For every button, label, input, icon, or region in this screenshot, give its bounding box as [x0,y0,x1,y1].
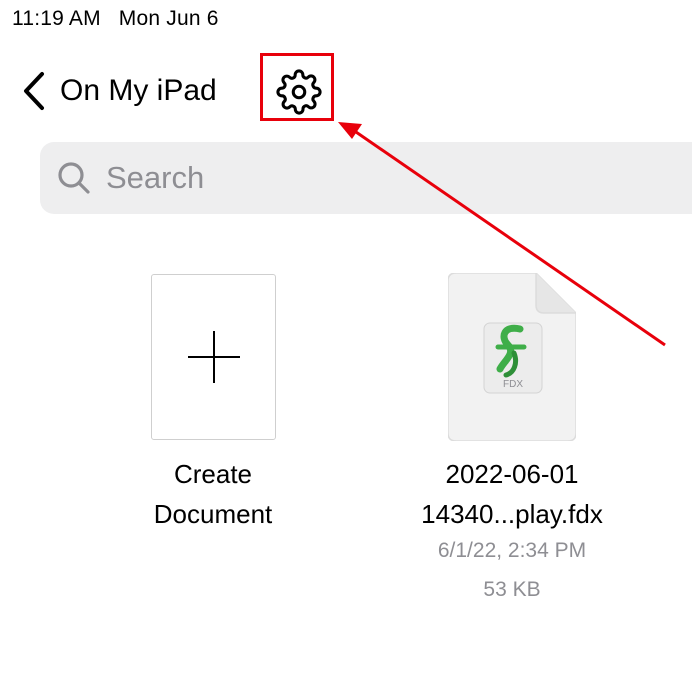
status-bar: 11:19 AM Mon Jun 6 [12,7,219,31]
create-document-button[interactable] [151,274,276,440]
file-name: 2022-06-01 14340...play.fdx [386,454,638,534]
file-size: 53 KB [483,578,541,601]
gear-icon [276,69,322,115]
file-date: 6/1/22, 2:34 PM [437,539,587,562]
navigation-bar: On My iPad [0,60,692,122]
create-document-label-line2: Document [153,499,273,529]
file-name-line1: 2022-06-01 [445,459,579,489]
status-date: Mon Jun 6 [118,7,219,30]
files-browser: 11:19 AMMon Jun 6 On My iPad C [0,0,692,682]
create-document-label: Create Document [113,454,313,534]
fdx-file-icon: FDX [447,272,577,442]
back-label: On My iPad [60,74,217,107]
file-thumbnail[interactable]: FDX [447,272,577,442]
plus-icon [187,331,240,383]
fdx-badge-text: FDX [503,379,523,390]
create-document-label-line1: Create [173,459,253,489]
search-icon [58,162,90,194]
status-time: 11:19 AM [12,7,101,30]
search-input[interactable] [104,159,528,197]
chevron-left-icon [24,72,44,110]
settings-button[interactable] [274,67,324,117]
search-bar[interactable] [40,142,692,214]
back-button[interactable]: On My iPad [22,68,217,114]
file-name-line2: 14340...play.fdx [421,499,603,529]
